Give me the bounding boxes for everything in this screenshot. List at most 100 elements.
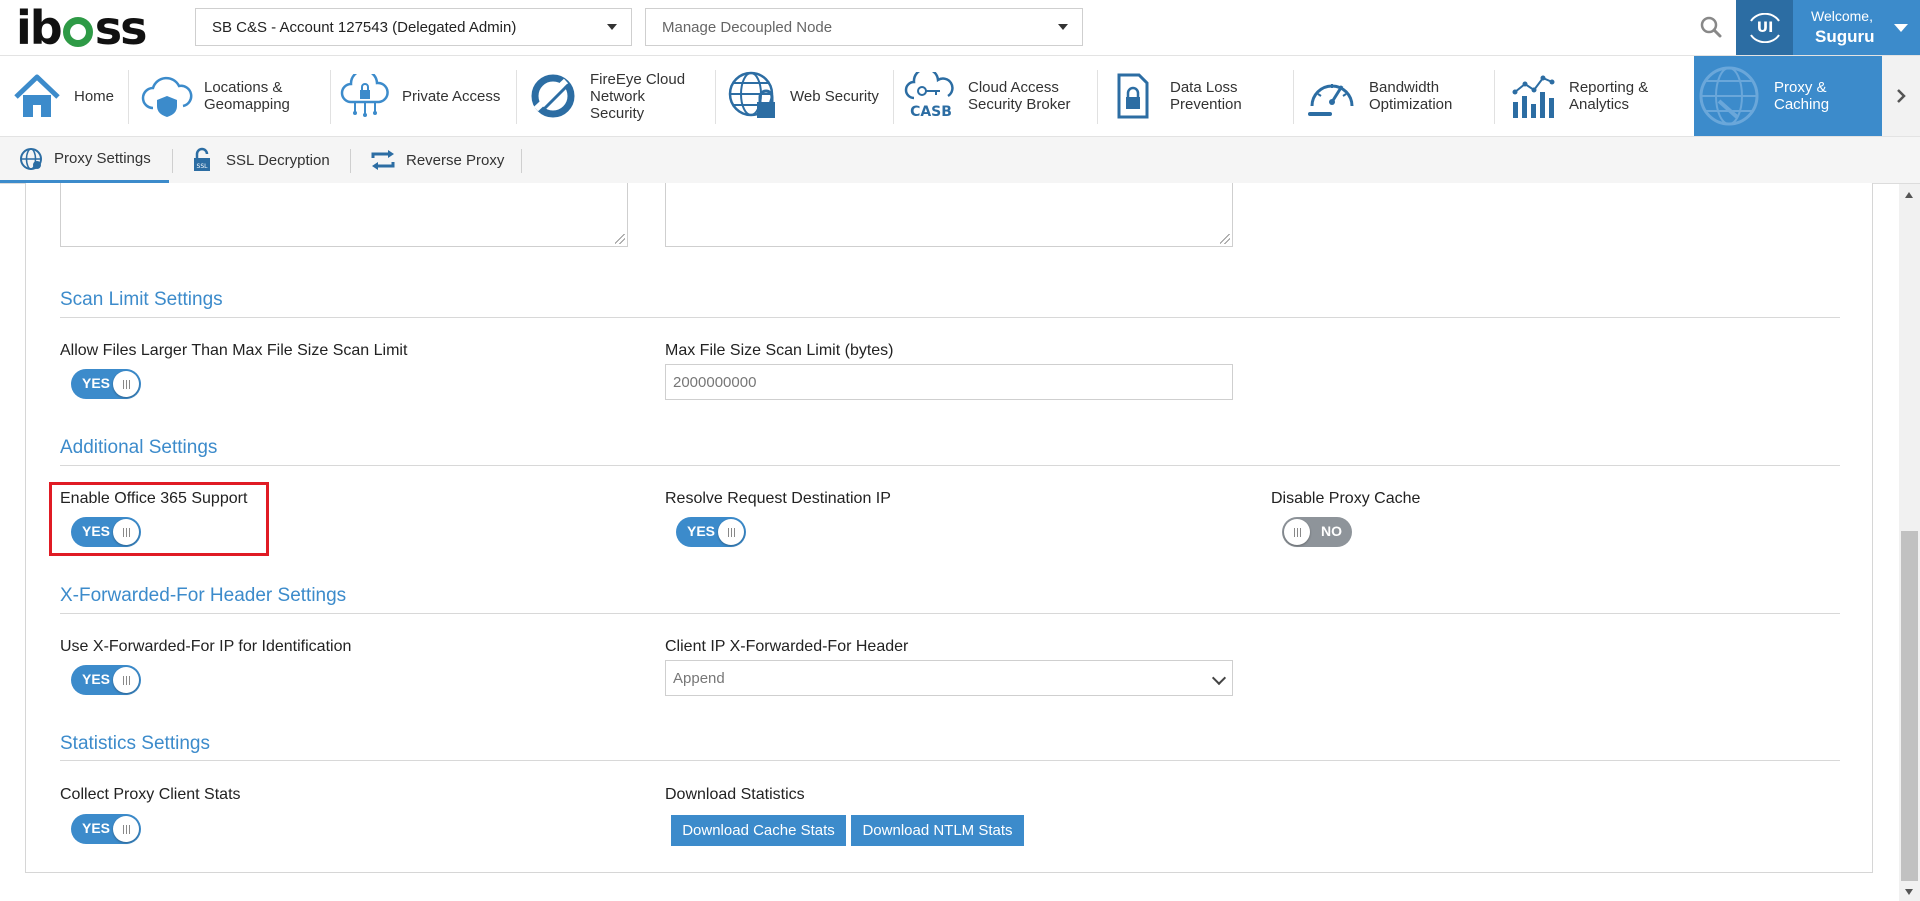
max-file-size-input[interactable]: 2000000000 [665,364,1233,400]
toggle-knob-icon [718,519,744,545]
download-cache-stats-button[interactable]: Download Cache Stats [671,815,846,846]
logo-power-ring-icon [62,17,93,47]
nav-label: Home [74,87,115,105]
office365-toggle[interactable]: YES [71,517,141,547]
ssl-lock-icon: SSL [190,147,216,173]
nav-divider [715,70,716,124]
section-title-xff: X-Forwarded-For Header Settings [60,585,347,606]
nav-scroll-right-button[interactable] [1882,56,1920,136]
textarea-right[interactable] [665,183,1233,247]
nav-item-web-security[interactable]: Web Security [726,56,879,136]
toggle-text: YES [82,820,111,836]
logo-text-start: ib [16,1,63,55]
nav-label: Proxy & Caching [1774,79,1830,113]
sub-tabs: Proxy Settings SSL SSL Decryption Revers… [0,137,1920,184]
globe-gear-icon [18,146,44,172]
caret-down-icon [1894,24,1908,32]
office365-label: Enable Office 365 Support [60,490,248,507]
nav-item-dlp[interactable]: Data Loss Prevention [1106,56,1242,136]
nav-label: Bandwidth Optimization [1369,79,1453,113]
nav-divider [1097,70,1098,124]
resolve-ip-toggle[interactable]: YES [676,517,746,547]
tab-ssl-decryption[interactable]: SSL SSL Decryption [190,137,330,183]
nav-divider [893,70,894,124]
nav-item-casb[interactable]: CASB Cloud Access Security Broker [904,56,1071,136]
disable-cache-toggle[interactable]: NO [1282,517,1352,547]
resolve-ip-label: Resolve Request Destination IP [665,490,891,507]
nav-item-reporting[interactable]: Reporting & Analytics [1505,56,1648,136]
page-scrollbar[interactable] [1899,184,1920,901]
tab-divider [350,149,351,173]
nav-label: Locations & Geomapping [204,79,290,113]
scrollbar-thumb[interactable] [1901,531,1918,881]
scroll-up-arrow-icon[interactable] [1905,192,1913,198]
tab-proxy-settings[interactable]: Proxy Settings [0,137,169,183]
allow-large-files-label: Allow Files Larger Than Max File Size Sc… [60,342,408,359]
proxy-globe-icon [1694,66,1764,126]
casb-icon-text: CASB [910,104,952,120]
analytics-icon [1505,69,1559,123]
nav-label: Data Loss Prevention [1170,79,1242,113]
ui-switch-icon: UI [1749,12,1780,43]
account-select[interactable]: SB C&S - Account 127543 (Delegated Admin… [195,8,632,46]
toggle-knob-icon [113,519,139,545]
user-name: Suguru [1815,27,1875,46]
resize-grip-icon[interactable] [615,234,625,244]
top-bar: ib ss SB C&S - Account 127543 (Delegated … [0,0,1920,55]
scroll-down-arrow-icon[interactable] [1905,889,1913,895]
nav-item-proxy-caching[interactable]: Proxy & Caching [1694,56,1882,136]
nav-item-home[interactable]: Home [10,56,114,136]
account-select-value: SB C&S - Account 127543 (Delegated Admin… [212,18,517,36]
tab-reverse-proxy[interactable]: Reverse Proxy [370,137,504,183]
section-title-additional: Additional Settings [60,437,218,458]
ui-switch-button[interactable]: UI [1736,0,1793,55]
tab-divider [521,149,522,173]
section-divider [60,613,1840,614]
casb-icon: CASB [904,69,958,123]
client-ip-xff-label: Client IP X-Forwarded-For Header [665,638,909,655]
toggle-knob-icon [113,371,139,397]
logo-text-end: ss [94,1,148,55]
nav-label: Reporting & Analytics [1569,79,1649,113]
nav-item-locations[interactable]: Locations & Geomapping [140,56,290,136]
toggle-knob-icon [113,816,139,842]
nav-divider [330,70,331,124]
node-select[interactable]: Manage Decoupled Node [645,8,1083,46]
allow-large-files-toggle[interactable]: YES [71,369,141,399]
cloud-shield-icon [140,69,194,123]
reverse-arrows-icon [370,147,396,173]
toggle-text: NO [1321,523,1342,539]
nav-divider [516,70,517,124]
caret-down-icon [607,24,617,30]
toggle-text: YES [687,523,716,539]
chevron-down-icon [1211,670,1227,686]
resize-grip-icon[interactable] [1220,234,1230,244]
collect-stats-label: Collect Proxy Client Stats [60,786,241,803]
disable-cache-label: Disable Proxy Cache [1271,490,1421,507]
client-ip-xff-select[interactable]: Append [665,660,1233,696]
nav-label: FireEye Cloud Network Security [590,70,686,122]
section-divider [60,465,1840,466]
iboss-logo[interactable]: ib ss [16,1,147,55]
svg-text:SSL: SSL [197,163,209,170]
nav-item-private-access[interactable]: Private Access [338,56,500,136]
search-icon[interactable] [1700,16,1722,38]
user-menu[interactable]: Welcome, Suguru [1793,0,1920,55]
toggle-text: YES [82,523,111,539]
home-icon [10,69,64,123]
download-ntlm-stats-button[interactable]: Download NTLM Stats [851,815,1024,846]
main-nav: Home Locations & Geomapping Private Acce… [0,55,1920,137]
tab-label: Reverse Proxy [406,151,505,169]
nav-divider [128,70,129,124]
nav-item-fireeye[interactable]: FireEye Cloud Network Security [526,56,685,136]
nav-item-bandwidth[interactable]: Bandwidth Optimization [1305,56,1452,136]
nav-label: Cloud Access Security Broker [968,79,1071,113]
nav-divider [1494,70,1495,124]
textarea-left[interactable] [60,183,628,247]
tab-label: Proxy Settings [54,150,151,167]
collect-stats-toggle[interactable]: YES [71,814,141,844]
max-file-size-value: 2000000000 [673,373,757,391]
cloud-lock-icon [338,69,392,123]
speedometer-icon [1305,69,1359,123]
use-xff-toggle[interactable]: YES [71,665,141,695]
